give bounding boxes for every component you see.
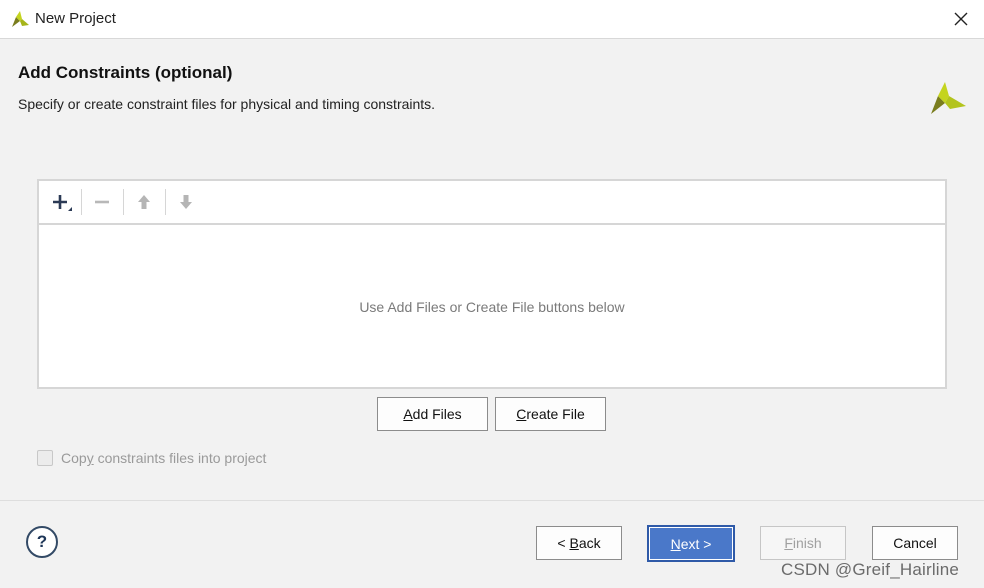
- empty-list-message: Use Add Files or Create File buttons bel…: [359, 299, 625, 315]
- back-button[interactable]: < Back: [536, 526, 622, 560]
- toolbar-separator: [81, 189, 82, 215]
- toolbar-separator: [123, 189, 124, 215]
- next-mnemonic: N: [670, 535, 681, 552]
- window-title: New Project: [35, 10, 116, 27]
- back-label: ack: [578, 535, 601, 551]
- next-button[interactable]: Next >: [647, 525, 735, 562]
- help-button[interactable]: ?: [26, 526, 58, 558]
- file-toolbar: [39, 181, 945, 225]
- copy-constraints-label: Copy constraints files into project: [61, 450, 267, 466]
- finish-button[interactable]: Finish: [760, 526, 846, 560]
- copy-constraints-checkbox[interactable]: [37, 450, 53, 466]
- close-button[interactable]: [938, 0, 984, 38]
- title-bar: New Project: [0, 0, 984, 39]
- finish-mnemonic: F: [784, 535, 793, 551]
- cancel-button[interactable]: Cancel: [872, 526, 958, 560]
- add-files-mnemonic: A: [403, 406, 413, 422]
- watermark-text: CSDN @Greif_Hairline: [781, 560, 960, 579]
- close-icon: [954, 12, 968, 26]
- create-file-button[interactable]: Create File: [495, 397, 606, 431]
- footer-divider: [0, 500, 984, 501]
- move-down-icon: [180, 195, 192, 209]
- finish-label: inish: [792, 535, 822, 551]
- back-mnemonic: B: [569, 535, 579, 551]
- next-label: ext >: [680, 535, 712, 552]
- toolbar-separator: [165, 189, 166, 215]
- add-button[interactable]: [47, 188, 75, 216]
- add-files-label: dd Files: [412, 406, 462, 422]
- create-file-label: reate File: [526, 406, 585, 422]
- move-up-button[interactable]: [130, 188, 158, 216]
- vivado-brand-icon: [931, 82, 966, 114]
- back-prefix: <: [557, 535, 570, 551]
- copy-constraints-option: Copy constraints files into project: [37, 450, 266, 466]
- remove-button[interactable]: [88, 188, 116, 216]
- vivado-logo-icon: [12, 11, 29, 27]
- add-files-button[interactable]: Add Files: [377, 397, 488, 431]
- add-icon: [53, 195, 72, 211]
- move-up-icon: [138, 195, 150, 209]
- remove-icon: [95, 200, 109, 204]
- page-title: Add Constraints (optional): [18, 63, 233, 82]
- create-file-mnemonic: C: [516, 406, 527, 422]
- page-subtitle: Specify or create constraint files for p…: [18, 96, 436, 112]
- move-down-button[interactable]: [172, 188, 200, 216]
- constraints-file-panel: Use Add Files or Create File buttons bel…: [37, 179, 947, 389]
